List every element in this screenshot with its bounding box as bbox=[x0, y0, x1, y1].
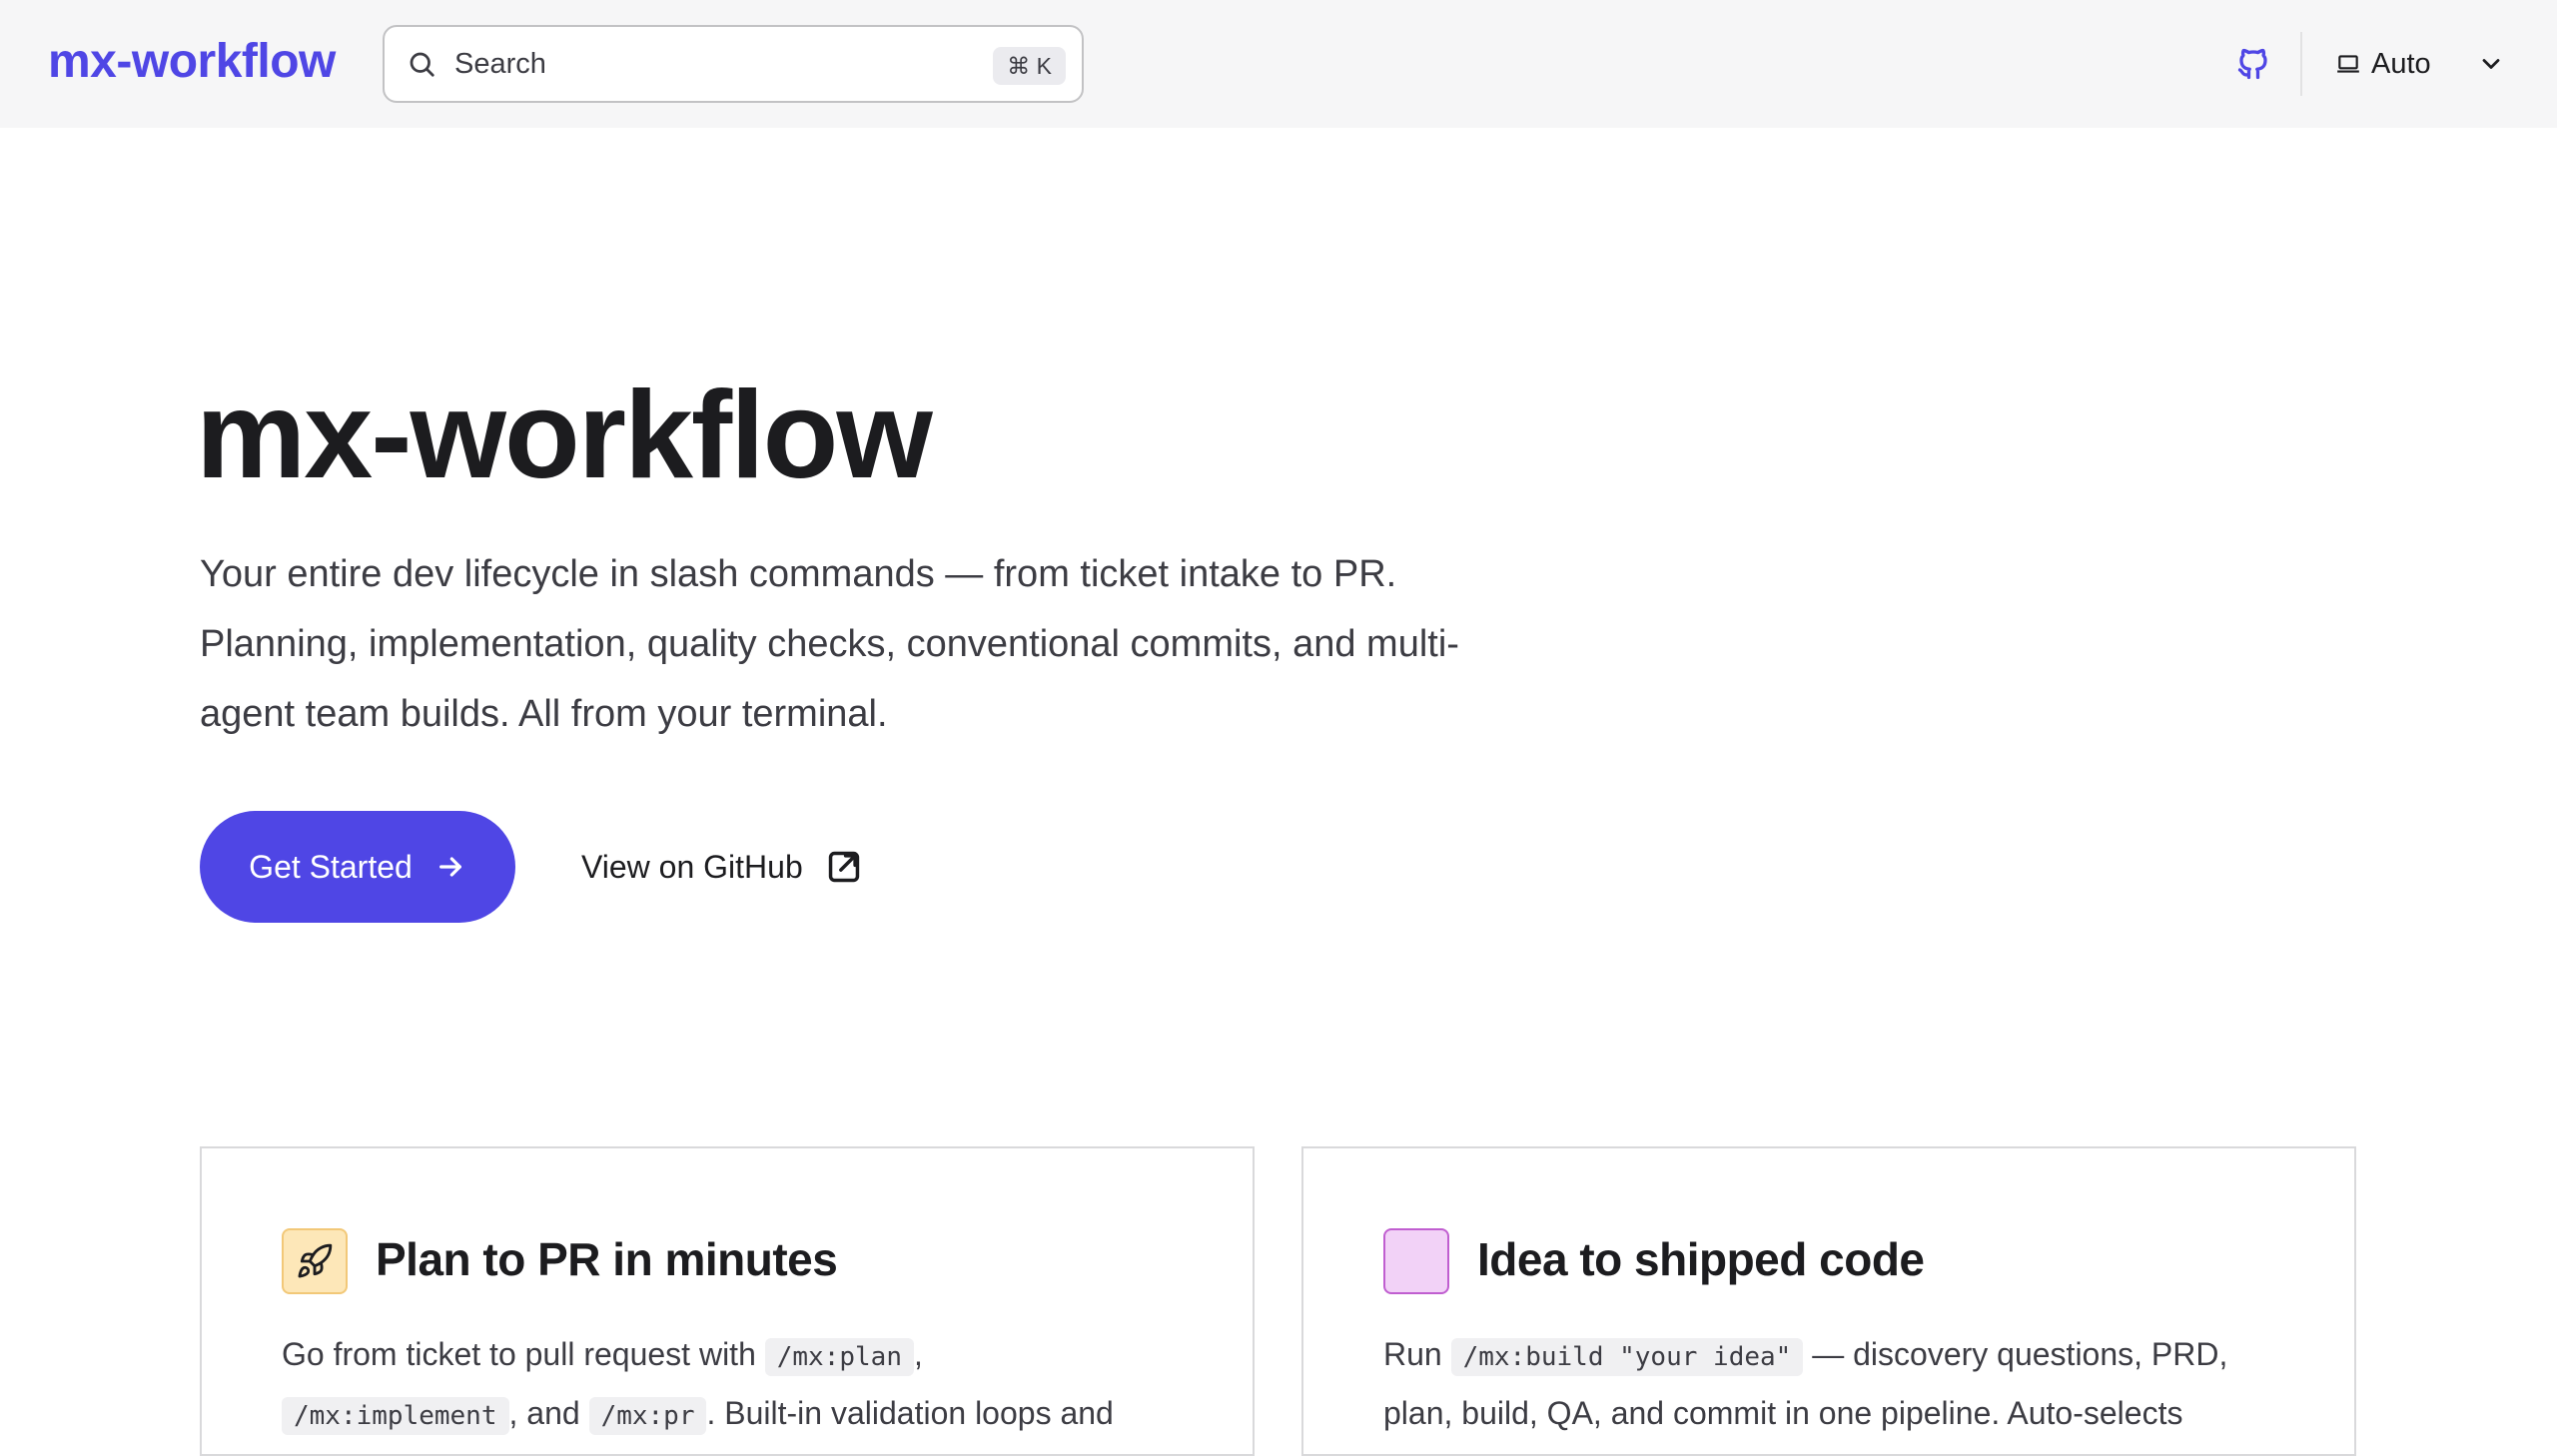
search-placeholder: Search bbox=[454, 47, 546, 80]
text-segment: . Built-in validation loops and bbox=[706, 1395, 1114, 1431]
view-on-github-label: View on GitHub bbox=[581, 848, 803, 885]
command-code: /mx:pr bbox=[588, 1397, 707, 1435]
feature-card-plan-to-pr: Plan to PR in minutes Go from ticket to … bbox=[200, 1146, 1255, 1456]
arrow-right-icon bbox=[434, 851, 466, 883]
feature-title: Plan to PR in minutes bbox=[376, 1233, 838, 1285]
feature-description: Go from ticket to pull request with /mx:… bbox=[282, 1326, 1201, 1444]
rocket-icon bbox=[282, 1228, 348, 1294]
nav-divider bbox=[2300, 32, 2302, 96]
chevron-down-icon[interactable] bbox=[2477, 50, 2505, 78]
feature-title: Idea to shipped code bbox=[1477, 1233, 1925, 1285]
brand-logo-link[interactable]: mx-workflow bbox=[48, 34, 336, 89]
text-segment: Go from ticket to pull request with bbox=[282, 1336, 765, 1372]
hero-tagline: Your entire dev lifecycle in slash comma… bbox=[200, 553, 1459, 735]
command-code: /mx:plan bbox=[764, 1338, 914, 1376]
view-on-github-link[interactable]: View on GitHub bbox=[581, 835, 863, 899]
text-segment: , bbox=[913, 1336, 923, 1372]
appearance-label: Auto bbox=[2371, 47, 2431, 80]
feature-icon bbox=[1383, 1228, 1449, 1294]
get-started-button[interactable]: Get Started bbox=[200, 811, 515, 923]
hero-title: mx-workflow bbox=[196, 366, 933, 504]
command-code: /mx:implement bbox=[282, 1397, 509, 1435]
top-nav-bar: mx-workflow Search ⌘ K Auto bbox=[0, 0, 2557, 128]
laptop-icon bbox=[2335, 51, 2361, 77]
appearance-switch[interactable]: Auto bbox=[2335, 40, 2431, 88]
feature-description: Run /mx:build "your idea" — discovery qu… bbox=[1383, 1326, 2302, 1441]
get-started-label: Get Started bbox=[249, 848, 413, 885]
text-segment: , and bbox=[508, 1395, 589, 1431]
github-icon[interactable] bbox=[2235, 46, 2271, 82]
text-segment: Run bbox=[1383, 1336, 1451, 1372]
search-icon bbox=[407, 49, 436, 79]
search-shortcut-badge: ⌘ K bbox=[993, 47, 1066, 85]
feature-card-idea-to-code: Idea to shipped code Run /mx:build "your… bbox=[1301, 1146, 2356, 1456]
command-code: /mx:build "your idea" bbox=[1450, 1338, 1804, 1376]
search-button[interactable]: Search ⌘ K bbox=[383, 25, 1084, 103]
external-link-icon bbox=[825, 848, 863, 886]
